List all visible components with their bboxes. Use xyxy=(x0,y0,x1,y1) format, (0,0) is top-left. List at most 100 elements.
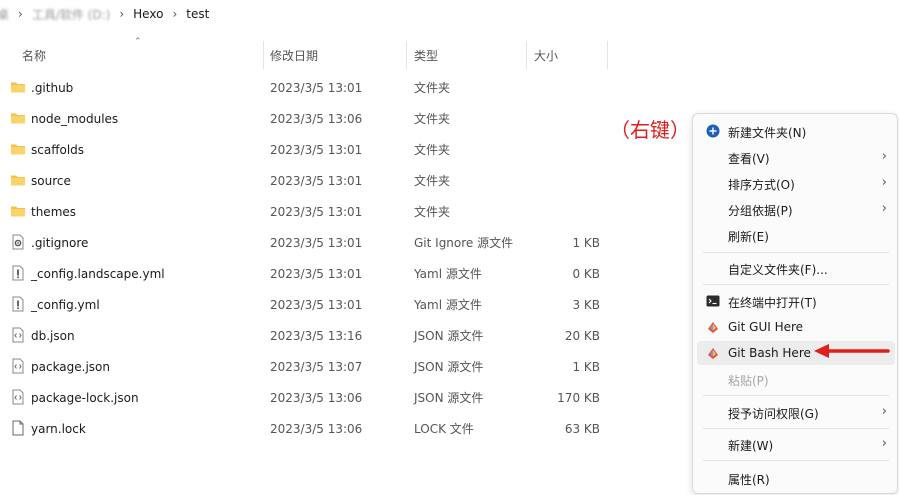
file-type: Yaml 源文件 xyxy=(414,298,482,312)
folder-icon xyxy=(11,113,25,124)
menu-item-customize-folder[interactable]: 自定义文件夹(F)... xyxy=(697,256,895,280)
menu-item-open-in-terminal[interactable]: 在终端中打开(T) xyxy=(697,289,895,313)
breadcrumb-separator: › xyxy=(18,7,23,21)
file-date: 2023/3/5 13:01 xyxy=(270,266,363,281)
file-date: 2023/3/5 13:06 xyxy=(270,390,363,405)
breadcrumb: 桌 › 工具/软件 (D:) › Hexo › test xyxy=(0,0,899,28)
list-item[interactable]: source 2023/3/5 13:01 文件夹 xyxy=(0,165,690,196)
file-name: db.json xyxy=(31,328,75,343)
list-item[interactable]: .github 2023/3/5 13:01 文件夹 xyxy=(0,72,690,103)
menu-item-new[interactable]: 新建(W) › xyxy=(697,432,895,456)
file-date: 2023/3/5 13:16 xyxy=(270,328,363,343)
chevron-right-icon: › xyxy=(881,149,887,164)
list-item[interactable]: package-lock.json 2023/3/5 13:06 JSON 源文… xyxy=(0,382,690,413)
file-type: JSON 源文件 xyxy=(414,360,484,374)
list-item[interactable]: scaffolds 2023/3/5 13:01 文件夹 xyxy=(0,134,690,165)
menu-item-view[interactable]: 查看(V) › xyxy=(697,145,895,169)
breadcrumb-item-test[interactable]: test xyxy=(186,7,209,21)
menu-item-label: 排序方式(O) xyxy=(728,178,795,192)
breadcrumb-blurred-drive[interactable]: 工具/软件 (D:) xyxy=(32,6,111,23)
sort-ascending-icon: ⌃ xyxy=(134,37,142,47)
menu-item-new-folder[interactable]: 新建文件夹(N) xyxy=(697,119,895,143)
file-name: scaffolds xyxy=(31,142,85,157)
list-item[interactable]: _config.landscape.yml 2023/3/5 13:01 Yam… xyxy=(0,258,690,289)
red-arrow-annotation xyxy=(814,344,890,358)
file-size: 1 KB xyxy=(572,359,600,374)
menu-item-paste: 粘贴(P) xyxy=(697,367,895,391)
file-size: 63 KB xyxy=(564,421,600,436)
chevron-right-icon: › xyxy=(881,404,887,419)
file-date: 2023/3/5 13:06 xyxy=(270,421,363,436)
chevron-right-icon: › xyxy=(881,201,887,216)
menu-item-label: 自定义文件夹(F)... xyxy=(728,263,828,277)
folder-icon xyxy=(11,82,25,93)
breadcrumb-item-hexo[interactable]: Hexo xyxy=(133,7,163,21)
menu-item-grant-access[interactable]: 授予访问权限(G) › xyxy=(697,400,895,424)
file-size: 20 KB xyxy=(564,328,600,343)
menu-separator xyxy=(703,284,889,285)
file-size: 0 KB xyxy=(572,266,600,281)
menu-separator xyxy=(703,460,889,461)
menu-item-label: 新建文件夹(N) xyxy=(728,126,807,140)
file-date: 2023/3/5 13:01 xyxy=(270,235,363,250)
menu-item-properties[interactable]: 属性(R) xyxy=(697,466,895,490)
column-header-name[interactable]: ⌃ 名称 xyxy=(0,37,264,69)
file-size: 3 KB xyxy=(572,297,600,312)
column-header-date-label: 修改日期 xyxy=(270,48,319,63)
file-type: 文件夹 xyxy=(414,112,451,126)
column-header: ⌃ 名称 修改日期 类型 大小 xyxy=(0,37,899,69)
column-header-type[interactable]: 类型 xyxy=(407,41,527,69)
column-header-size-label: 大小 xyxy=(534,48,559,63)
file-date: 2023/3/5 13:06 xyxy=(270,111,363,126)
exclamation-file-icon xyxy=(12,265,24,281)
code-file-icon xyxy=(12,389,24,405)
list-item[interactable]: themes 2023/3/5 13:01 文件夹 xyxy=(0,196,690,227)
file-name: .github xyxy=(31,80,74,95)
menu-item-label: 在终端中打开(T) xyxy=(728,296,817,310)
blank-file-icon xyxy=(12,420,24,436)
menu-item-label: 分组依据(P) xyxy=(728,204,793,218)
code-file-icon xyxy=(12,358,24,374)
exclamation-file-icon xyxy=(12,296,24,312)
column-header-date[interactable]: 修改日期 xyxy=(264,41,407,69)
column-header-size[interactable]: 大小 xyxy=(527,41,608,69)
git-icon xyxy=(708,348,718,359)
menu-item-group-by[interactable]: 分组依据(P) › xyxy=(697,197,895,221)
file-type: 文件夹 xyxy=(414,205,451,219)
file-name: package-lock.json xyxy=(31,390,139,405)
file-list: .github 2023/3/5 13:01 文件夹 node_modules … xyxy=(0,72,690,444)
file-date: 2023/3/5 13:01 xyxy=(270,173,363,188)
list-item[interactable]: .gitignore 2023/3/5 13:01 Git Ignore 源文件… xyxy=(0,227,690,258)
list-item[interactable]: db.json 2023/3/5 13:16 JSON 源文件 20 KB xyxy=(0,320,690,351)
file-type: Yaml 源文件 xyxy=(414,267,482,281)
folder-icon xyxy=(11,206,25,217)
menu-item-label: 授予访问权限(G) xyxy=(728,407,819,421)
column-header-type-label: 类型 xyxy=(414,48,439,63)
file-name: themes xyxy=(31,204,77,219)
file-date: 2023/3/5 13:01 xyxy=(270,142,363,157)
list-item[interactable]: _config.yml 2023/3/5 13:01 Yaml 源文件 3 KB xyxy=(0,289,690,320)
file-type: JSON 源文件 xyxy=(414,391,484,405)
file-date: 2023/3/5 13:07 xyxy=(270,359,363,374)
menu-item-label: 新建(W) xyxy=(728,439,774,453)
menu-item-sort-by[interactable]: 排序方式(O) › xyxy=(697,171,895,195)
breadcrumb-separator: › xyxy=(172,7,178,21)
menu-item-label: 刷新(E) xyxy=(728,230,769,244)
list-item[interactable]: yarn.lock 2023/3/5 13:06 LOCK 文件 63 KB xyxy=(0,413,690,444)
new-folder-icon xyxy=(706,124,720,138)
breadcrumb-separator: › xyxy=(119,7,125,21)
file-name: package.json xyxy=(31,359,111,374)
file-size: 1 KB xyxy=(572,235,600,250)
list-item[interactable]: node_modules 2023/3/5 13:06 文件夹 xyxy=(0,103,690,134)
file-name: source xyxy=(31,173,71,188)
git-icon xyxy=(708,322,718,333)
list-item[interactable]: package.json 2023/3/5 13:07 JSON 源文件 1 K… xyxy=(0,351,690,382)
breadcrumb-blurred-root[interactable]: 桌 xyxy=(0,6,9,23)
gear-file-icon xyxy=(12,234,24,250)
chevron-right-icon: › xyxy=(881,175,887,190)
file-type: 文件夹 xyxy=(414,174,451,188)
menu-item-refresh[interactable]: 刷新(E) xyxy=(697,223,895,247)
file-type: 文件夹 xyxy=(414,143,451,157)
menu-item-git-gui-here[interactable]: Git GUI Here xyxy=(697,315,895,339)
file-type: JSON 源文件 xyxy=(414,329,484,343)
